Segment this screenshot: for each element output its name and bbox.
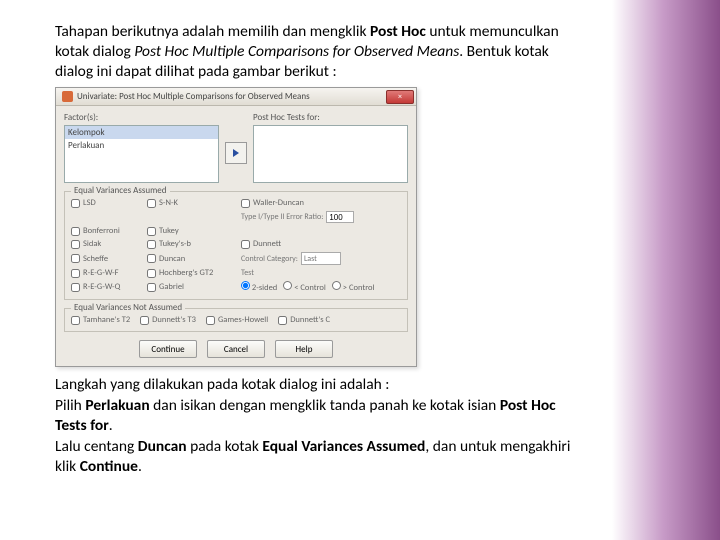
scheffe-checkbox[interactable]: Scheffe bbox=[71, 252, 145, 265]
dunnett-c-checkbox[interactable]: Dunnett's C bbox=[278, 315, 330, 325]
posthoc-tests-for-label: Post Hoc Tests for: bbox=[253, 112, 408, 123]
tamhane-t2-checkbox[interactable]: Tamhane's T2 bbox=[71, 315, 130, 325]
lsd-checkbox[interactable]: LSD bbox=[71, 198, 145, 208]
type-error-ratio-field[interactable]: Type I/Type II Error Ratio: bbox=[241, 211, 401, 223]
tukeys-b-checkbox[interactable]: Tukey's-b bbox=[147, 239, 239, 249]
list-item[interactable]: Kelompok bbox=[65, 126, 218, 139]
help-button[interactable]: Help bbox=[275, 340, 333, 358]
intro-paragraph: Tahapan berikutnya adalah memilih dan me… bbox=[55, 22, 580, 81]
posthoc-tests-for-listbox[interactable] bbox=[253, 125, 408, 183]
titlebar[interactable]: Univariate: Post Hoc Multiple Comparison… bbox=[56, 88, 416, 106]
hochberg-checkbox[interactable]: Hochberg's GT2 bbox=[147, 268, 239, 278]
dunnett-t3-checkbox[interactable]: Dunnett's T3 bbox=[140, 315, 196, 325]
posthoc-dialog: Univariate: Post Hoc Multiple Comparison… bbox=[55, 87, 417, 367]
test-label: Test bbox=[241, 268, 401, 278]
sidak-checkbox[interactable]: Sidak bbox=[71, 239, 145, 249]
factors-label: Factor(s): bbox=[64, 112, 219, 123]
instructions: Langkah yang dilakukan pada kotak dialog… bbox=[55, 375, 580, 476]
bonferroni-checkbox[interactable]: Bonferroni bbox=[71, 226, 145, 236]
close-button[interactable]: × bbox=[386, 90, 414, 104]
continue-button[interactable]: Continue bbox=[139, 340, 197, 358]
equal-variances-not-assumed-group: Equal Variances Not Assumed Tamhane's T2… bbox=[64, 308, 408, 332]
gabriel-checkbox[interactable]: Gabriel bbox=[147, 281, 239, 293]
group-label: Equal Variances Assumed bbox=[71, 185, 170, 196]
regwf-checkbox[interactable]: R-E-G-W-F bbox=[71, 268, 145, 278]
app-icon bbox=[62, 91, 73, 102]
tukey-checkbox[interactable]: Tukey bbox=[147, 226, 239, 236]
cancel-button[interactable]: Cancel bbox=[207, 340, 265, 358]
factors-listbox[interactable]: Kelompok Perlakuan bbox=[64, 125, 219, 183]
dialog-title: Univariate: Post Hoc Multiple Comparison… bbox=[77, 91, 386, 102]
dunnett-test-radios[interactable]: 2-sided < Control > Control bbox=[241, 281, 401, 293]
arrow-right-icon bbox=[231, 148, 241, 158]
snk-checkbox[interactable]: S-N-K bbox=[147, 198, 239, 208]
equal-variances-assumed-group: Equal Variances Assumed LSD S-N-K Waller… bbox=[64, 191, 408, 300]
move-right-button[interactable] bbox=[225, 142, 247, 164]
list-item[interactable]: Perlakuan bbox=[65, 139, 218, 152]
waller-duncan-checkbox[interactable]: Waller-Duncan bbox=[241, 198, 401, 208]
duncan-checkbox[interactable]: Duncan bbox=[147, 252, 239, 265]
control-category-select[interactable]: Control Category: Last bbox=[241, 252, 401, 265]
regwq-checkbox[interactable]: R-E-G-W-Q bbox=[71, 281, 145, 293]
games-howell-checkbox[interactable]: Games-Howell bbox=[206, 315, 268, 325]
group-label: Equal Variances Not Assumed bbox=[71, 302, 185, 313]
dunnett-checkbox[interactable]: Dunnett bbox=[241, 239, 401, 249]
